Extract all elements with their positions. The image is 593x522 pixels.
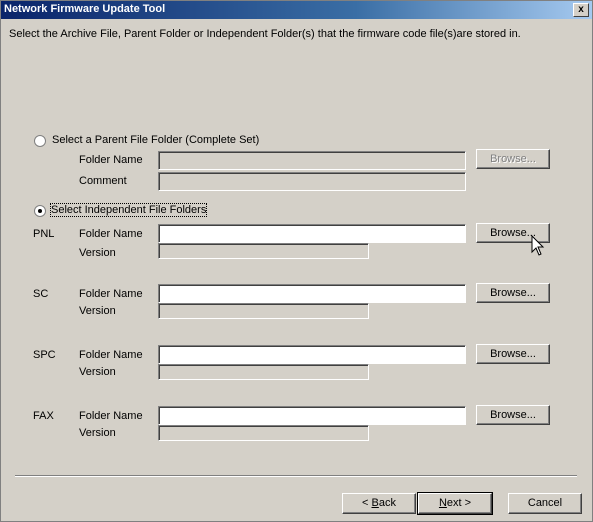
back-button-accel: B — [371, 497, 379, 509]
parent-folder-radio[interactable] — [34, 135, 46, 147]
back-button[interactable]: < Back — [342, 493, 416, 514]
spc-folder-name-field[interactable] — [158, 345, 466, 364]
close-button[interactable]: x — [573, 3, 589, 17]
fax-version-field — [158, 425, 369, 441]
title-bar[interactable]: Network Firmware Update Tool x — [1, 1, 592, 19]
sc-version-input — [159, 304, 368, 318]
fax-tag: FAX — [33, 410, 54, 422]
pnl-version-input — [159, 244, 368, 258]
spc-version-input — [159, 365, 368, 379]
spc-version-label: Version — [79, 366, 116, 378]
parent-folder-name-field — [158, 151, 466, 170]
parent-comment-label: Comment — [79, 175, 127, 187]
parent-browse-button: Browse... — [476, 149, 550, 169]
pnl-tag: PNL — [33, 228, 55, 240]
next-button[interactable]: Next > — [417, 492, 493, 515]
pnl-folder-name-input[interactable] — [159, 225, 465, 242]
cancel-button[interactable]: Cancel — [508, 493, 582, 514]
fax-browse-button[interactable]: Browse... — [476, 405, 550, 425]
fax-folder-name-input[interactable] — [159, 407, 465, 424]
sc-browse-button[interactable]: Browse... — [476, 283, 550, 303]
fax-folder-name-field[interactable] — [158, 406, 466, 425]
spc-folder-name-label: Folder Name — [79, 349, 143, 361]
back-button-rest: ack — [378, 497, 396, 509]
pnl-version-label: Version — [79, 247, 116, 259]
sc-folder-name-input[interactable] — [159, 285, 465, 302]
fax-folder-name-label: Folder Name — [79, 410, 143, 422]
pnl-folder-name-label: Folder Name — [79, 228, 143, 240]
sc-tag: SC — [33, 288, 49, 300]
back-button-prefix: < — [362, 497, 372, 509]
sc-version-label: Version — [79, 305, 116, 317]
pnl-version-field — [158, 243, 369, 259]
parent-folder-option-label[interactable]: Select a Parent File Folder (Complete Se… — [52, 134, 259, 146]
window-title: Network Firmware Update Tool — [4, 3, 166, 15]
independent-folders-radio[interactable] — [34, 205, 46, 217]
sc-folder-name-label: Folder Name — [79, 288, 143, 300]
fax-version-label: Version — [79, 427, 116, 439]
parent-comment-field — [158, 172, 466, 191]
parent-folder-name-input — [159, 152, 465, 169]
pnl-folder-name-field[interactable] — [158, 224, 466, 243]
radio-selected-dot — [38, 209, 42, 213]
spc-version-field — [158, 364, 369, 380]
spc-browse-button[interactable]: Browse... — [476, 344, 550, 364]
spc-folder-name-input[interactable] — [159, 346, 465, 363]
independent-folders-option-label[interactable]: Select Independent File Folders — [49, 203, 208, 217]
next-button-accel: N — [438, 497, 447, 509]
dialog-window: Network Firmware Update Tool x Select th… — [0, 0, 593, 522]
instruction-text: Select the Archive File, Parent Folder o… — [9, 28, 521, 40]
next-button-rest: ext > — [446, 497, 472, 509]
fax-version-input — [159, 426, 368, 440]
parent-comment-input — [159, 173, 465, 190]
parent-folder-name-label: Folder Name — [79, 154, 143, 166]
sc-version-field — [158, 303, 369, 319]
sc-folder-name-field[interactable] — [158, 284, 466, 303]
mouse-cursor-icon — [531, 235, 545, 256]
footer-separator — [15, 475, 577, 477]
spc-tag: SPC — [33, 349, 56, 361]
